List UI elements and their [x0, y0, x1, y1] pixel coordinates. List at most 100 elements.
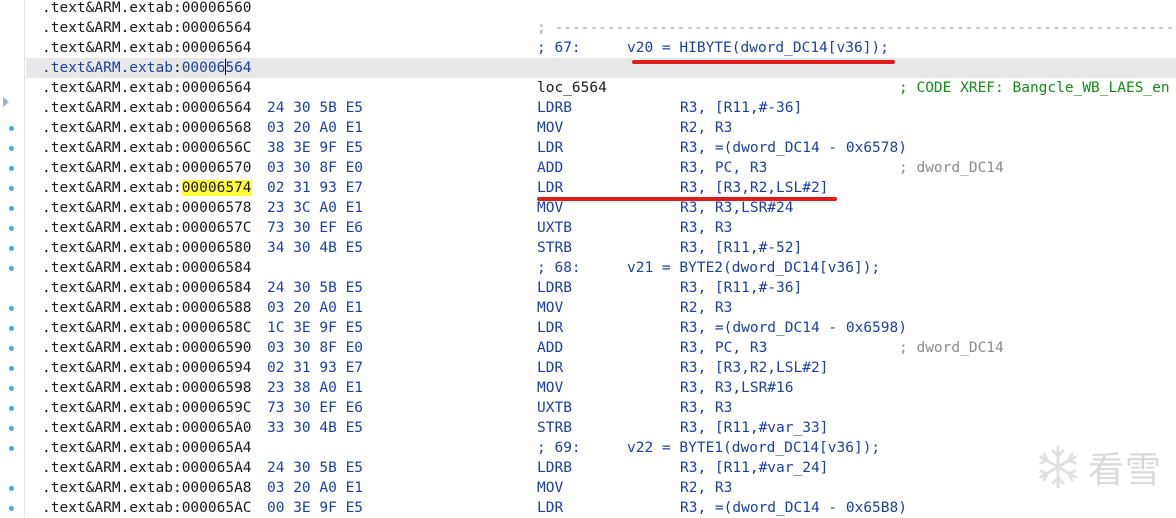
operands[interactable]: R3, [R11,#var_33] — [680, 418, 828, 438]
listing-row[interactable]: .text&ARM.extab:00006588 03 20 A0 E1 MOV R2… — [26, 298, 1176, 318]
mnemonic[interactable]: LDRB — [537, 458, 572, 478]
listing-row[interactable]: .text&ARM.extab:00006570 03 30 8F E0 ADD R3… — [26, 158, 1176, 178]
listing-row[interactable]: .text&ARM.extab:00006574 02 31 93 E7 LDR R3… — [26, 178, 1176, 198]
listing-row[interactable]: .text&ARM.extab:0000659C 73 30 EF E6 UXTB R… — [26, 398, 1176, 418]
listing-row[interactable]: .text&ARM.extab:000065A0 33 30 4B E5 STRB R… — [26, 418, 1176, 438]
listing-row[interactable]: .text&ARM.extab:000065A4 ; 69: v22 = BYTE1… — [26, 438, 1176, 458]
operands[interactable]: R2, R3 — [680, 118, 732, 138]
listing-row[interactable]: .text&ARM.extab:00006564 ; 67: v20 = HIBYT… — [26, 38, 1176, 58]
address-offset[interactable]: 00006560 — [182, 0, 252, 16]
listing-row[interactable]: .text&ARM.extab:00006564 ; --------------… — [26, 18, 1176, 38]
address-offset[interactable]: 00006584 — [182, 260, 252, 276]
address-offset[interactable]: 00006590 — [182, 340, 252, 356]
breakpoint-dot-icon[interactable] — [9, 246, 14, 251]
address-offset[interactable]: 000065A8 — [182, 480, 252, 496]
listing-row[interactable]: .text&ARM.extab:00006564 loc_6564 ; CODE X… — [26, 78, 1176, 98]
mnemonic[interactable]: ADD — [537, 158, 563, 178]
listing-row[interactable]: .text&ARM.extab:00006564 — [26, 58, 1176, 78]
listing-row[interactable]: .text&ARM.extab:00006584 ; 68: v21 = BYTE2… — [26, 258, 1176, 278]
breakpoint-dot-icon[interactable] — [9, 506, 14, 511]
operands[interactable]: R3, R3,LSR#16 — [680, 378, 794, 398]
mnemonic[interactable]: LDR — [537, 178, 563, 198]
address-offset[interactable]: 000065AC — [182, 500, 252, 516]
operands[interactable]: R3, [R11,#var_24] — [680, 458, 828, 478]
mnemonic[interactable]: ADD — [537, 338, 563, 358]
operands[interactable]: R3, R3 — [680, 398, 732, 418]
address-offset[interactable]: 00006594 — [182, 360, 252, 376]
breakpoint-dot-icon[interactable] — [9, 386, 14, 391]
breakpoint-dot-icon[interactable] — [9, 166, 14, 171]
operands[interactable]: R3, =(dword_DC14 - 0x6598) — [680, 318, 907, 338]
operands[interactable]: R3, R3,LSR#24 — [680, 198, 794, 218]
breakpoint-dot-icon[interactable] — [9, 366, 14, 371]
breakpoint-dot-icon[interactable] — [9, 486, 14, 491]
address-offset[interactable]: 00006570 — [182, 160, 252, 176]
operands[interactable]: R3, [R11,#-36] — [680, 98, 802, 118]
listing-row[interactable]: .text&ARM.extab:0000657C 73 30 EF E6 UXTB R… — [26, 218, 1176, 238]
address-offset[interactable]: 00006584 — [182, 280, 252, 296]
mnemonic[interactable]: UXTB — [537, 398, 572, 418]
operands[interactable]: R3, PC, R3 — [680, 338, 767, 358]
mnemonic[interactable]: LDRB — [537, 278, 572, 298]
listing-row[interactable]: .text&ARM.extab:00006584 24 30 5B E5 LDRB R… — [26, 278, 1176, 298]
operands[interactable]: R2, R3 — [680, 298, 732, 318]
listing-row[interactable]: .text&ARM.extab:00006598 23 38 A0 E1 MOV R3… — [26, 378, 1176, 398]
operands[interactable]: R3, R3 — [680, 218, 732, 238]
mnemonic[interactable]: LDRB — [537, 98, 572, 118]
address-offset[interactable]: 00006564 — [182, 80, 252, 96]
listing-row[interactable]: .text&ARM.extab:00006578 23 3C A0 E1 MOV R3… — [26, 198, 1176, 218]
mnemonic[interactable]: MOV — [537, 478, 563, 498]
address-offset[interactable]: 000065A0 — [182, 420, 252, 436]
mnemonic[interactable]: LDR — [537, 138, 563, 158]
mnemonic[interactable]: LDR — [537, 358, 563, 378]
breakpoint-dot-icon[interactable] — [9, 186, 14, 191]
xref-comment[interactable]: ; CODE XREF: Bangcle_WB_LAES_en — [899, 78, 1170, 98]
address-offset[interactable]: 00006568 — [182, 120, 252, 136]
address-offset[interactable]: 00006564 — [182, 59, 252, 76]
listing-row[interactable]: .text&ARM.extab:00006564 24 30 5B E5 LDRB R… — [26, 98, 1176, 118]
listing-row[interactable]: .text&ARM.extab:00006560 — [26, 0, 1176, 18]
listing-row[interactable]: .text&ARM.extab:0000656C 38 3E 9F E5 LDR R3… — [26, 138, 1176, 158]
operands[interactable]: R3, [R11,#-36] — [680, 278, 802, 298]
address-offset[interactable]: 0000657C — [182, 220, 252, 236]
breakpoint-dot-icon[interactable] — [9, 346, 14, 351]
listing-row[interactable]: .text&ARM.extab:000065AC 00 3E 9F E5 LDR R3… — [26, 498, 1176, 518]
listing-row[interactable]: .text&ARM.extab:0000658C 1C 3E 9F E5 LDR R3… — [26, 318, 1176, 338]
address-offset[interactable]: 00006564 — [182, 100, 252, 116]
breakpoint-dot-icon[interactable] — [9, 226, 14, 231]
address-offset[interactable]: 00006588 — [182, 300, 252, 316]
address-offset[interactable]: 00006598 — [182, 380, 252, 396]
address-offset[interactable]: 00006580 — [182, 240, 252, 256]
breakpoint-dot-icon[interactable] — [9, 446, 14, 451]
mnemonic[interactable]: LDR — [537, 318, 563, 338]
listing-row[interactable]: .text&ARM.extab:000065A4 24 30 5B E5 LDRB R… — [26, 458, 1176, 478]
mnemonic[interactable]: MOV — [537, 298, 563, 318]
breakpoint-dot-icon[interactable] — [9, 406, 14, 411]
operands[interactable]: R3, [R11,#-52] — [680, 238, 802, 258]
mnemonic[interactable]: LDR — [537, 498, 563, 518]
breakpoint-dot-icon[interactable] — [9, 306, 14, 311]
operands[interactable]: R2, R3 — [680, 478, 732, 498]
breakpoint-dot-icon[interactable] — [9, 146, 14, 151]
address-offset[interactable]: 00006564 — [182, 40, 252, 56]
address-offset[interactable]: 00006564 — [182, 20, 252, 36]
operands[interactable]: R3, [R3,R2,LSL#2] — [680, 178, 828, 198]
breakpoint-dot-icon[interactable] — [9, 266, 14, 271]
address-offset[interactable]: 0000658C — [182, 320, 252, 336]
breakpoint-dot-icon[interactable] — [9, 326, 14, 331]
breakpoint-gutter[interactable] — [0, 0, 26, 517]
address-offset[interactable]: 000065A4 — [182, 460, 252, 476]
operands[interactable]: R3, =(dword_DC14 - 0x65B8) — [680, 498, 907, 518]
address-offset[interactable]: 00006574 — [181, 180, 252, 196]
operands[interactable]: R3, =(dword_DC14 - 0x6578) — [680, 138, 907, 158]
address-offset[interactable]: 0000659C — [182, 400, 252, 416]
operands[interactable]: R3, PC, R3 — [680, 158, 767, 178]
mnemonic[interactable]: MOV — [537, 198, 563, 218]
listing-row[interactable]: .text&ARM.extab:00006594 02 31 93 E7 LDR R3… — [26, 358, 1176, 378]
mnemonic[interactable]: MOV — [537, 118, 563, 138]
mnemonic[interactable]: MOV — [537, 378, 563, 398]
breakpoint-dot-icon[interactable] — [9, 206, 14, 211]
breakpoint-dot-icon[interactable] — [9, 126, 14, 131]
operands[interactable]: R3, [R3,R2,LSL#2] — [680, 358, 828, 378]
mnemonic[interactable]: STRB — [537, 418, 572, 438]
